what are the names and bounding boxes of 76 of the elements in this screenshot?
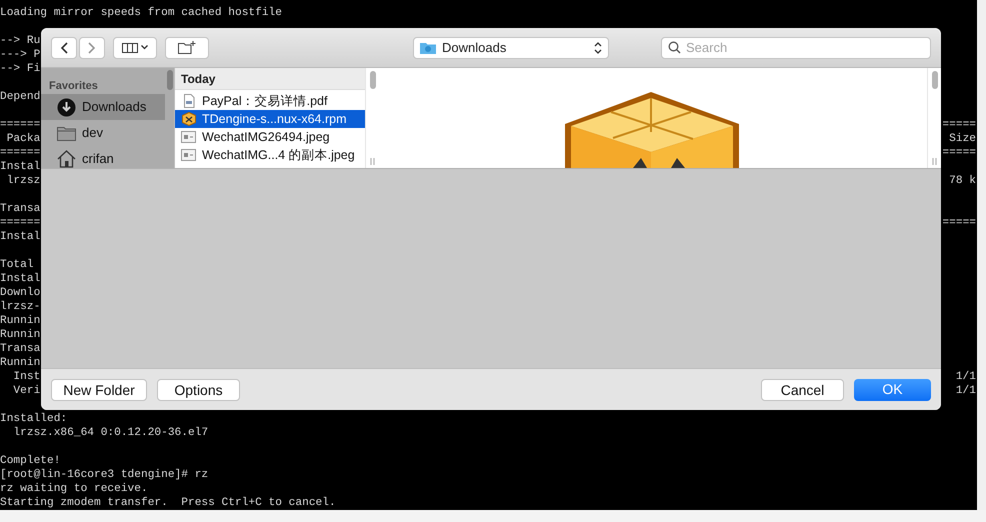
terminal-line: Packa bbox=[6, 132, 40, 146]
image-file-icon bbox=[181, 149, 196, 161]
image-file-icon bbox=[181, 131, 196, 143]
dialog-button[interactable]: Options bbox=[157, 378, 240, 400]
terminal-line: Instal bbox=[0, 230, 40, 244]
sidebar-heading: Favorites bbox=[48, 79, 99, 94]
file-row[interactable]: TDengine-s...nux-x64.rpm bbox=[175, 110, 365, 128]
column-heading: Today bbox=[175, 68, 365, 90]
up-down-caret-icon bbox=[594, 40, 602, 54]
sidebar-item[interactable]: dev bbox=[41, 120, 165, 146]
back-button[interactable] bbox=[51, 36, 77, 58]
terminal-line: ====== bbox=[0, 146, 40, 160]
terminal-line: Runnin bbox=[0, 356, 40, 370]
folder-icon bbox=[57, 126, 76, 140]
terminal-line: Runnin bbox=[0, 314, 40, 328]
location-label: Downloads bbox=[442, 38, 508, 57]
package-icon bbox=[182, 112, 196, 126]
file-row[interactable]: PayPal：交易详情.pdf bbox=[175, 92, 365, 110]
search-input[interactable]: Search bbox=[686, 38, 924, 58]
document-icon bbox=[182, 94, 194, 108]
new-folder-icon-button[interactable] bbox=[165, 36, 209, 58]
sidebar-item[interactable]: crifan bbox=[41, 146, 165, 172]
terminal-text: 1/1 bbox=[956, 384, 977, 398]
columns-icon bbox=[122, 42, 138, 52]
terminal-line: Transa bbox=[0, 202, 40, 216]
terminal-line: lrzsz.x86_64 0:0.12.20-36.el7 bbox=[12, 426, 208, 440]
terminal-line: Loading mirror speeds from cached hostfile bbox=[0, 6, 282, 20]
column-resize-handle-icon[interactable] bbox=[370, 158, 375, 165]
scrollbar-thumb[interactable] bbox=[166, 70, 172, 90]
caret-icon bbox=[141, 45, 148, 50]
terminal-text: ===== bbox=[942, 216, 977, 230]
scrollbar-thumb[interactable] bbox=[932, 71, 938, 89]
search-icon bbox=[668, 41, 681, 54]
terminal-line: lrzsz- bbox=[0, 300, 40, 314]
location-popup[interactable]: Downloads bbox=[413, 36, 609, 58]
terminal-text: 1/1 bbox=[956, 370, 977, 384]
download-icon bbox=[57, 98, 76, 116]
folder-plus-icon bbox=[178, 41, 196, 54]
terminal-line: Total bbox=[0, 258, 34, 272]
terminal-line: rz waiting to receive. bbox=[0, 482, 148, 496]
terminal-line: Installed: bbox=[0, 412, 68, 426]
terminal-line: Depend bbox=[0, 90, 40, 104]
dialog-button[interactable]: New Folder bbox=[51, 378, 147, 400]
terminal-text: ===== bbox=[942, 118, 977, 132]
terminal-line: Veri bbox=[12, 384, 40, 398]
terminal-line: Downlo bbox=[0, 286, 40, 300]
terminal-line: --> Ru bbox=[0, 34, 40, 48]
dialog-button[interactable]: Cancel bbox=[761, 378, 844, 400]
chevron-right-icon bbox=[88, 42, 96, 54]
terminal-text: 78 k bbox=[949, 174, 977, 188]
chevron-left-icon bbox=[60, 42, 68, 54]
terminal-line: Instal bbox=[0, 160, 40, 174]
terminal-text: Size bbox=[949, 132, 977, 146]
folder-icon bbox=[420, 41, 436, 54]
ok-button[interactable]: OK bbox=[854, 378, 931, 400]
terminal-line: ---> P bbox=[0, 48, 40, 62]
file-row[interactable]: WechatIMG26494.jpeg bbox=[175, 128, 365, 146]
terminal-line: ====== bbox=[0, 118, 40, 132]
home-icon bbox=[57, 150, 76, 168]
terminal-line: Starting zmodem transfer. Press Ctrl+C to cancel. bbox=[0, 496, 336, 510]
terminal-line: Inst bbox=[12, 370, 40, 384]
column-resize-handle-icon[interactable] bbox=[932, 158, 937, 165]
terminal-line: ====== bbox=[0, 216, 40, 230]
terminal-line: lrzsz bbox=[6, 174, 40, 188]
terminal-line: --> Fi bbox=[0, 62, 40, 76]
terminal-line: [root@lin-16core3 tdengine]# rz bbox=[0, 468, 208, 482]
file-row[interactable]: WechatIMG...4 的副本.jpeg bbox=[175, 146, 365, 164]
terminal-line: Complete! bbox=[0, 454, 60, 468]
search-field[interactable]: Search bbox=[661, 36, 931, 58]
scrollbar-thumb[interactable] bbox=[370, 71, 376, 89]
sidebar-item[interactable]: Downloads bbox=[41, 94, 165, 120]
terminal-text: ===== bbox=[942, 146, 977, 160]
view-mode-button[interactable] bbox=[113, 36, 157, 58]
terminal-line: Transa bbox=[0, 342, 40, 356]
terminal-line: Runnin bbox=[0, 328, 40, 342]
terminal-line: Instal bbox=[0, 272, 40, 286]
